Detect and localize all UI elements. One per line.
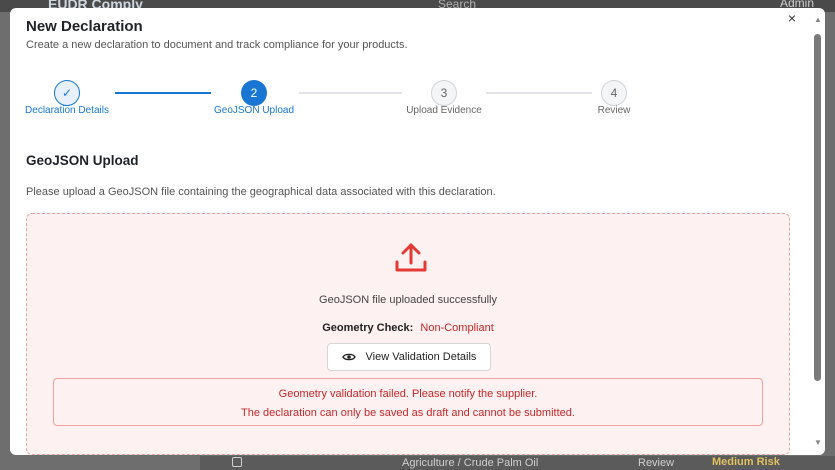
stepper-connector-1: [115, 92, 211, 94]
step-1-check-icon[interactable]: ✓: [54, 80, 80, 106]
scrollbar-thumb[interactable]: [814, 34, 821, 381]
modal-title: New Declaration: [26, 18, 143, 35]
geometry-check: Geometry Check: Non-Compliant: [27, 322, 789, 334]
eye-icon: [341, 353, 356, 361]
view-validation-details-button[interactable]: View Validation Details: [327, 343, 491, 371]
section-description: Please upload a GeoJSON file containing …: [26, 186, 496, 198]
upload-icon: [395, 243, 427, 272]
step-4-circle[interactable]: 4: [601, 80, 627, 106]
upload-dropzone[interactable]: GeoJSON file uploaded successfully Geome…: [26, 213, 790, 455]
step-2-circle[interactable]: 2: [241, 80, 267, 106]
new-declaration-modal: × ▲ ▼ New Declaration Create a new decla…: [10, 8, 825, 455]
geometry-check-label: Geometry Check:: [322, 322, 414, 334]
modal-subtitle: Create a new declaration to document and…: [26, 39, 408, 51]
background-row-status: Review: [638, 457, 675, 469]
background-row-risk: Medium Risk: [712, 456, 780, 468]
step-3-label: Upload Evidence: [406, 105, 482, 116]
background-row-commodity: Agriculture / Crude Palm Oil: [402, 457, 539, 469]
section-title: GeoJSON Upload: [26, 153, 139, 168]
view-validation-details-label: View Validation Details: [365, 351, 477, 363]
error-message-line-2: The declaration can only be saved as dra…: [241, 407, 575, 419]
step-4-label: Review: [597, 105, 631, 116]
step-1-label: Declaration Details: [25, 105, 109, 116]
geometry-check-status: Non-Compliant: [420, 322, 494, 334]
stepper-connector-2: [299, 92, 402, 94]
close-icon[interactable]: ×: [785, 11, 799, 25]
validation-error-alert: Geometry validation failed. Please notif…: [53, 378, 763, 426]
step-2-label: GeoJSON Upload: [213, 105, 295, 116]
error-message-line-1: Geometry validation failed. Please notif…: [278, 388, 538, 400]
step-3-circle[interactable]: 3: [431, 80, 457, 106]
stepper: ✓ Declaration Details 2 GeoJSON Upload 3…: [10, 72, 770, 122]
scroll-down-arrow-icon[interactable]: ▼: [814, 438, 822, 450]
stepper-connector-3: [486, 92, 592, 94]
upload-status-text: GeoJSON file uploaded successfully: [319, 294, 497, 306]
background-row-checkbox: [232, 457, 242, 467]
scroll-up-arrow-icon[interactable]: ▲: [814, 15, 822, 27]
